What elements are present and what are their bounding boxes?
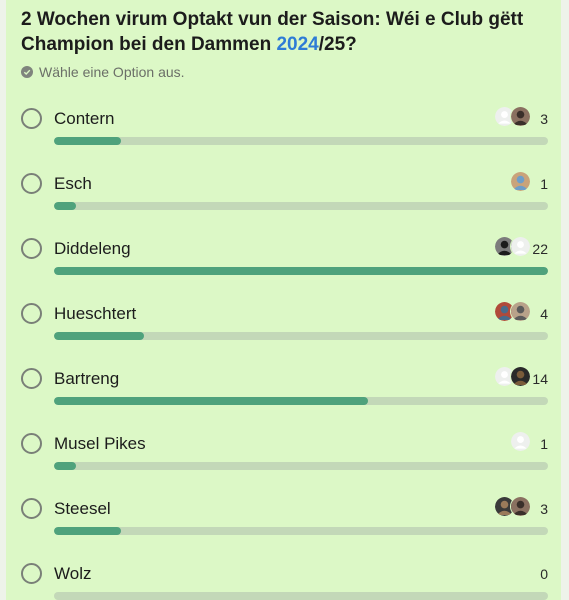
poll-option-1[interactable]: Esch 1 — [6, 171, 561, 221]
poll-hint-text: Wähle eine Option aus. — [39, 64, 185, 80]
radio-circle-icon[interactable] — [21, 108, 42, 129]
vote-count: 3 — [540, 501, 548, 517]
poll-option-label: Esch — [54, 174, 92, 193]
poll-title: 2 Wochen virum Optakt vun der Saison: Wé… — [21, 7, 551, 57]
poll-hint: Wähle eine Option aus. — [21, 63, 185, 81]
vote-progress-track — [54, 527, 548, 535]
poll-title-year-link[interactable]: 2024 — [276, 34, 318, 55]
user-avatar-photo — [510, 496, 531, 517]
vote-progress-fill — [54, 332, 144, 340]
poll-option-label: Bartreng — [54, 369, 120, 388]
vote-progress-track — [54, 592, 548, 600]
poll-option-label: Hueschtert — [54, 304, 137, 323]
vote-progress-fill — [54, 202, 77, 210]
user-avatar-photo — [510, 301, 531, 322]
vote-count: 0 — [540, 566, 548, 582]
vote-progress-track — [54, 462, 548, 470]
vote-progress-fill — [54, 137, 122, 145]
vote-progress-track — [54, 397, 548, 405]
vote-progress-fill — [54, 527, 122, 535]
poll-option-3[interactable]: Hueschtert 4 — [6, 301, 561, 351]
poll-option-label: Steesel — [54, 499, 111, 518]
voter-avatars[interactable] — [494, 301, 531, 322]
voter-avatars[interactable] — [494, 366, 531, 387]
vote-count: 1 — [540, 176, 548, 192]
voter-avatars[interactable] — [510, 431, 531, 452]
radio-circle-icon[interactable] — [21, 303, 42, 324]
vote-count: 14 — [532, 371, 548, 387]
vote-count: 1 — [540, 436, 548, 452]
vote-progress-track — [54, 267, 548, 275]
radio-circle-icon[interactable] — [21, 368, 42, 389]
poll-option-6[interactable]: Steesel 3 — [6, 496, 561, 546]
vote-progress-fill — [54, 267, 548, 275]
vote-count: 3 — [540, 111, 548, 127]
user-avatar-photo — [510, 366, 531, 387]
poll-option-label: Wolz — [54, 564, 92, 583]
radio-circle-icon[interactable] — [21, 498, 42, 519]
user-avatar-photo — [510, 106, 531, 127]
poll-option-2[interactable]: Diddeleng 22 — [6, 236, 561, 286]
poll-option-5[interactable]: Musel Pikes 1 — [6, 431, 561, 481]
voter-avatars[interactable] — [494, 496, 531, 517]
vote-count: 4 — [540, 306, 548, 322]
vote-progress-fill — [54, 397, 369, 405]
radio-circle-icon[interactable] — [21, 563, 42, 584]
poll-title-text: 2 Wochen virum Optakt vun der Saison: Wé… — [21, 9, 524, 55]
vote-progress-fill — [54, 462, 77, 470]
vote-progress-track — [54, 202, 548, 210]
vote-count: 22 — [532, 241, 548, 257]
poll-option-label: Musel Pikes — [54, 434, 146, 453]
voter-avatars[interactable] — [494, 106, 531, 127]
user-avatar-placeholder-icon — [510, 236, 531, 257]
poll-option-7[interactable]: Wolz 0 — [6, 561, 561, 600]
voter-avatars[interactable] — [494, 236, 531, 257]
poll-title-suffix: /25? — [318, 34, 357, 55]
poll-option-label: Contern — [54, 109, 115, 128]
radio-circle-icon[interactable] — [21, 433, 42, 454]
radio-circle-icon[interactable] — [21, 173, 42, 194]
vote-progress-track — [54, 332, 548, 340]
poll-option-label: Diddeleng — [54, 239, 131, 258]
vote-progress-track — [54, 137, 548, 145]
poll-option-4[interactable]: Bartreng 14 — [6, 366, 561, 416]
user-avatar-placeholder-icon — [510, 431, 531, 452]
poll-option-0[interactable]: Contern 3 — [6, 106, 561, 156]
user-avatar-photo — [510, 171, 531, 192]
voter-avatars[interactable] — [510, 171, 531, 192]
check-circle-icon — [21, 66, 33, 78]
poll-card: 2 Wochen virum Optakt vun der Saison: Wé… — [6, 0, 561, 600]
radio-circle-icon[interactable] — [21, 238, 42, 259]
